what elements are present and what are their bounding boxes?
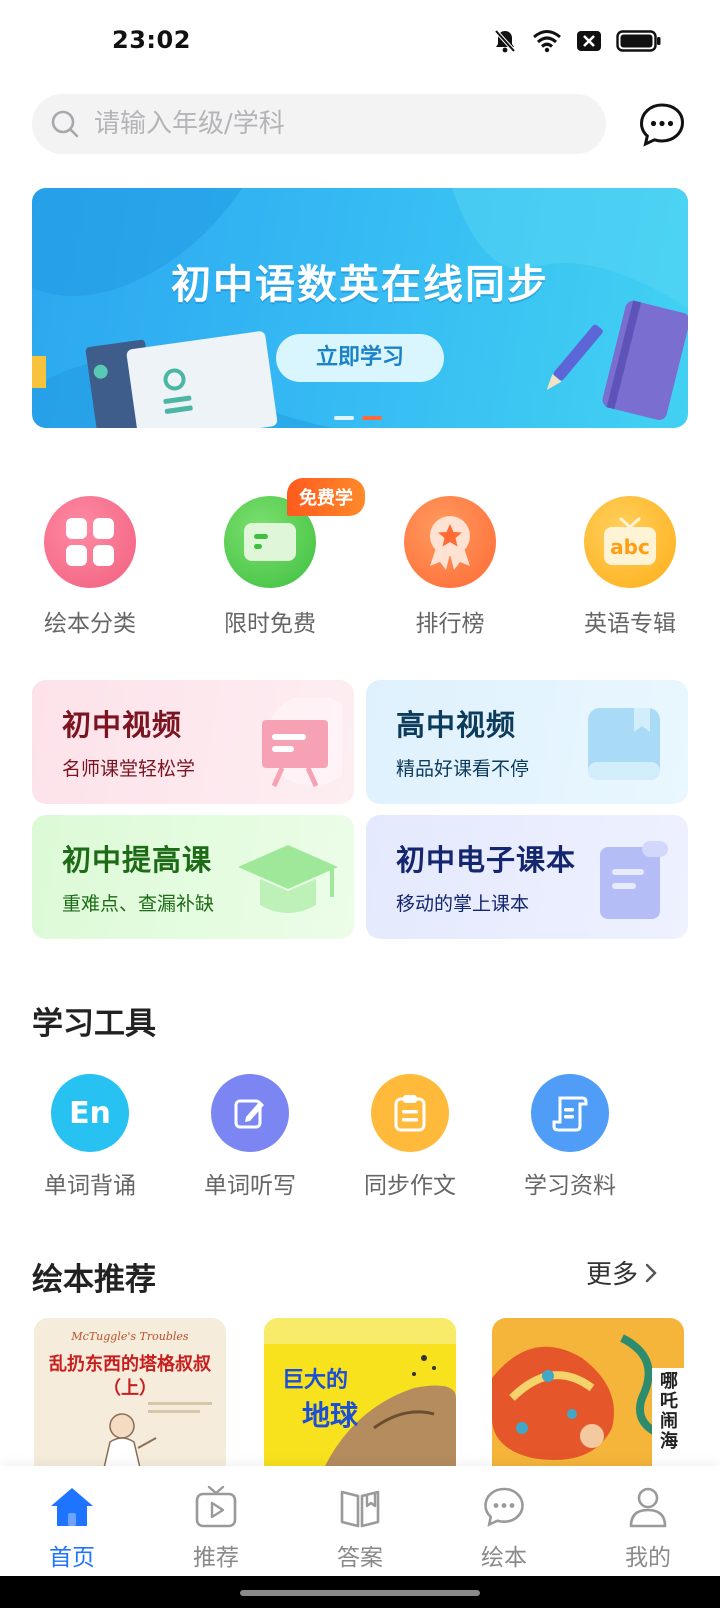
card-senior-video[interactable]: 高中视频 精品好课看不停 [366, 680, 688, 804]
tool-label: 学习资料 [524, 1173, 616, 1199]
grid-icon [44, 496, 136, 588]
book-illustration [103, 1402, 212, 1468]
wifi-icon [533, 30, 561, 53]
tab-picture-books[interactable]: 绘本 [454, 1484, 554, 1572]
chat-bubble-icon [484, 1487, 524, 1527]
banner-dot-2[interactable] [362, 416, 382, 420]
category-label: 排行榜 [415, 611, 485, 637]
book-title: 哪吒闹海 [660, 1371, 678, 1452]
tab-label: 首页 [49, 1545, 95, 1571]
home-gesture-handle[interactable] [240, 1590, 480, 1596]
search-input[interactable] [94, 109, 554, 139]
more-label: 更多 [586, 1260, 639, 1290]
abc-book-icon: abc [584, 496, 676, 588]
more-books-link[interactable]: 更多 [586, 1254, 658, 1291]
tab-label: 答案 [337, 1545, 383, 1571]
card-ebook[interactable]: 初中电子课本 移动的掌上课本 [366, 815, 688, 939]
promo-banner[interactable]: 初中语数英在线同步 立即学习 [32, 188, 688, 428]
card-junior-video[interactable]: 初中视频 名师课堂轻松学 [32, 680, 354, 804]
book-subtitle: 地球 [302, 1399, 359, 1432]
book-card[interactable]: 哪吒闹海 [492, 1318, 684, 1468]
book-open-icon [340, 1490, 380, 1528]
tool-label: 单词听写 [204, 1173, 296, 1199]
clipboard-icon [371, 1074, 449, 1152]
banner-title: 初中语数英在线同步 [171, 262, 549, 308]
category-label: 英语专辑 [584, 611, 676, 637]
home-icon [51, 1488, 93, 1526]
tab-mine[interactable]: 我的 [598, 1484, 698, 1572]
tool-materials[interactable]: 学习资料 [500, 1074, 640, 1200]
en-glyph: En [69, 1095, 111, 1131]
books-section-title: 绘本推荐 [32, 1262, 156, 1298]
book-card[interactable]: McTuggle's Troubles 乱扔东西的塔格叔叔 （上） [34, 1318, 226, 1468]
tv-play-icon [195, 1485, 237, 1528]
bottom-tab-bar: 首页 推荐 答案 绘本 我的 [0, 1466, 720, 1576]
tab-label: 推荐 [193, 1545, 239, 1571]
tab-label: 我的 [625, 1545, 671, 1571]
chat-bubble-icon [639, 103, 685, 147]
search-bar[interactable] [32, 94, 606, 154]
presentation-board-icon [262, 698, 342, 788]
graduation-cap-icon [238, 845, 338, 913]
card-junior-advanced[interactable]: 初中提高课 重难点、查漏补缺 [32, 815, 354, 939]
chevron-right-icon [645, 1263, 657, 1282]
tool-label: 单词背诵 [44, 1173, 136, 1199]
status-icons [492, 28, 662, 54]
tab-answers[interactable]: 答案 [310, 1484, 410, 1572]
category-free[interactable]: 免费学 限时免费 [195, 478, 365, 638]
tab-home[interactable]: 首页 [22, 1484, 122, 1572]
search-icon [51, 110, 79, 138]
en-icon: En [51, 1074, 129, 1152]
tools-section-title: 学习工具 [32, 1006, 156, 1042]
book-illustration [492, 1334, 684, 1468]
book-icon [588, 708, 660, 780]
book-card[interactable]: 巨大的 地球 [264, 1318, 456, 1468]
edit-icon [211, 1074, 289, 1152]
scroll-document-icon [600, 841, 668, 919]
category-label: 限时免费 [224, 611, 316, 637]
book-title: 巨大的 [282, 1368, 349, 1393]
status-time: 23:02 [112, 26, 191, 54]
bell-muted-icon [494, 29, 516, 53]
banner-dot-1[interactable] [334, 416, 354, 420]
tool-composition[interactable]: 同步作文 [340, 1074, 480, 1200]
tool-word-recite[interactable]: En 单词背诵 [20, 1074, 160, 1200]
category-label: 绘本分类 [44, 611, 136, 637]
free-badge: 免费学 [287, 478, 365, 516]
document-icon [531, 1074, 609, 1152]
category-row: 绘本分类 免费学 限时免费 排行榜 abc 英语专辑 [0, 478, 720, 638]
tab-recommend[interactable]: 推荐 [166, 1484, 266, 1572]
category-ranking[interactable]: 排行榜 [375, 496, 525, 638]
tool-dictation[interactable]: 单词听写 [180, 1074, 320, 1200]
tab-label: 绘本 [481, 1545, 527, 1571]
battery-icon [616, 30, 661, 52]
status-bar: 23:02 [0, 0, 720, 84]
banner-pagination [334, 416, 382, 420]
message-button[interactable] [638, 101, 686, 149]
category-english[interactable]: abc 英语专辑 [555, 496, 705, 638]
sim-blocked-icon [577, 31, 601, 51]
category-picture-book[interactable]: 绘本分类 [15, 496, 165, 638]
tool-label: 同步作文 [364, 1173, 456, 1199]
banner-learn-button[interactable]: 立即学习 [276, 334, 444, 382]
award-icon [404, 496, 496, 588]
user-icon [629, 1487, 667, 1528]
svg-text:abc: abc [610, 535, 650, 559]
